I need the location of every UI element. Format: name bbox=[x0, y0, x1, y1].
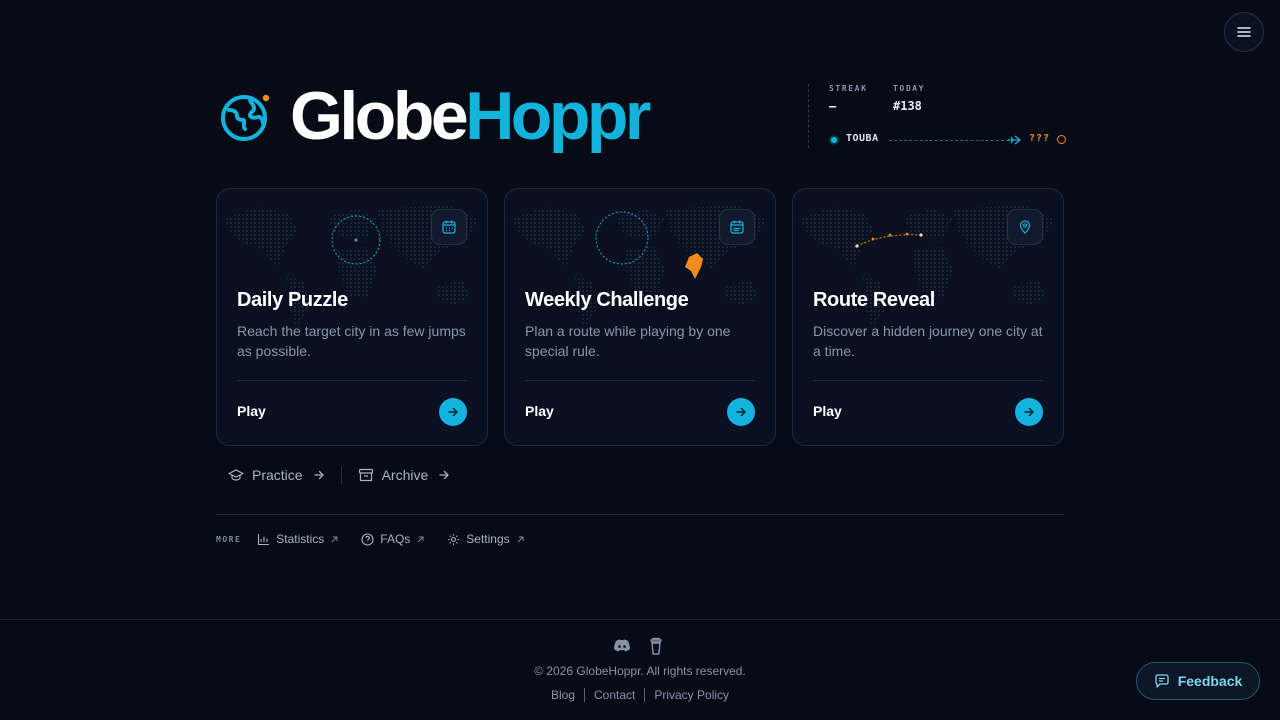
practice-label: Practice bbox=[252, 467, 303, 483]
today-stat: TODAY #138 bbox=[893, 84, 925, 113]
target-city: ??? bbox=[1029, 133, 1051, 144]
logo-text-part1: Globe bbox=[290, 78, 469, 154]
faqs-link[interactable]: FAQs bbox=[361, 532, 425, 546]
external-arrow-icon bbox=[417, 536, 424, 542]
card-divider bbox=[813, 380, 1043, 381]
hamburger-icon bbox=[1237, 27, 1251, 37]
footer-divider bbox=[0, 619, 1280, 620]
archive-label: Archive bbox=[381, 467, 429, 483]
card-daily-puzzle[interactable]: Daily Puzzle Reach the target city in as… bbox=[216, 188, 488, 446]
blog-link[interactable]: Blog bbox=[551, 688, 575, 702]
arrow-right-icon bbox=[439, 470, 450, 480]
card-description: Reach the target city in as few jumps as… bbox=[237, 323, 466, 359]
card-weekly-challenge[interactable]: Weekly Challenge Plan a route while play… bbox=[504, 188, 776, 446]
today-route: TOUBA ??? bbox=[829, 133, 1069, 147]
copyright: © 2026 GlobeHoppr. All rights reserved. bbox=[534, 664, 746, 678]
destination-ring bbox=[1057, 135, 1066, 144]
external-arrow-icon bbox=[331, 536, 338, 542]
stats-panel: STREAK – TODAY #138 TOUBA ??? bbox=[808, 84, 1068, 148]
more-links: MORE Statistics FAQs Settings bbox=[216, 532, 547, 546]
practice-link[interactable]: Practice bbox=[228, 467, 325, 483]
arrow-right-icon bbox=[448, 407, 458, 417]
streak-stat: STREAK – bbox=[829, 84, 868, 113]
gear-icon bbox=[448, 533, 460, 545]
streak-value: – bbox=[829, 99, 837, 113]
card-route-reveal[interactable]: Route Reveal Discover a hidden journey o… bbox=[792, 188, 1064, 446]
graduation-cap-icon bbox=[228, 469, 244, 481]
divider bbox=[340, 466, 342, 484]
statistics-label: Statistics bbox=[276, 532, 325, 546]
section-divider bbox=[216, 514, 1064, 515]
card-divider bbox=[237, 380, 467, 381]
card-divider bbox=[525, 380, 755, 381]
play-button[interactable] bbox=[727, 398, 755, 426]
arrow-right-icon bbox=[1024, 407, 1034, 417]
origin-city: TOUBA bbox=[846, 133, 879, 144]
message-icon bbox=[1155, 674, 1169, 688]
origin-dot bbox=[829, 135, 839, 145]
logo[interactable]: GlobeHoppr bbox=[220, 82, 651, 150]
footer-links: Blog Contact Privacy Policy bbox=[0, 688, 1280, 702]
play-label[interactable]: Play bbox=[813, 403, 842, 419]
contact-link[interactable]: Contact bbox=[594, 688, 635, 702]
card-title: Route Reveal bbox=[813, 289, 935, 311]
today-label: TODAY bbox=[893, 84, 926, 93]
map-pin-icon bbox=[1007, 209, 1043, 245]
play-label[interactable]: Play bbox=[525, 403, 554, 419]
divider bbox=[583, 688, 585, 702]
route-dash bbox=[889, 140, 1009, 141]
streak-label: STREAK bbox=[829, 84, 868, 93]
more-label: MORE bbox=[216, 534, 242, 544]
secondary-links: Practice Archive bbox=[228, 466, 450, 484]
card-description: Discover a hidden journey one city at a … bbox=[813, 323, 1043, 359]
settings-link[interactable]: Settings bbox=[447, 532, 524, 546]
bar-chart-icon bbox=[258, 533, 270, 545]
today-value: #138 bbox=[893, 99, 922, 113]
play-button[interactable] bbox=[1015, 398, 1043, 426]
feedback-label: Feedback bbox=[1177, 673, 1243, 689]
arrow-right-icon bbox=[313, 470, 324, 480]
globe-icon bbox=[220, 90, 272, 142]
social-links bbox=[612, 636, 666, 656]
statistics-link[interactable]: Statistics bbox=[257, 532, 339, 546]
privacy-policy-link[interactable]: Privacy Policy bbox=[654, 688, 729, 702]
logo-text: GlobeHoppr bbox=[290, 82, 651, 150]
help-circle-icon bbox=[361, 532, 374, 546]
play-button[interactable] bbox=[439, 398, 467, 426]
card-title: Daily Puzzle bbox=[237, 289, 348, 311]
calendar-icon bbox=[431, 209, 467, 245]
logo-text-part2: Hoppr bbox=[465, 78, 651, 154]
divider bbox=[644, 688, 646, 702]
card-description: Plan a route while playing by one specia… bbox=[525, 323, 731, 359]
arrow-right-icon bbox=[736, 407, 746, 417]
feedback-button[interactable]: Feedback bbox=[1136, 662, 1260, 700]
external-arrow-icon bbox=[517, 536, 524, 542]
card-title: Weekly Challenge bbox=[525, 289, 689, 311]
coffee-cup-icon[interactable] bbox=[646, 636, 666, 656]
plane-icon bbox=[1008, 135, 1021, 145]
archive-icon bbox=[358, 468, 373, 482]
settings-label: Settings bbox=[466, 532, 510, 546]
archive-link[interactable]: Archive bbox=[358, 467, 451, 483]
menu-button[interactable] bbox=[1224, 12, 1264, 52]
faqs-label: FAQs bbox=[380, 532, 411, 546]
calendar-week-icon bbox=[719, 209, 755, 245]
discord-icon[interactable] bbox=[612, 636, 632, 656]
play-label[interactable]: Play bbox=[237, 403, 266, 419]
